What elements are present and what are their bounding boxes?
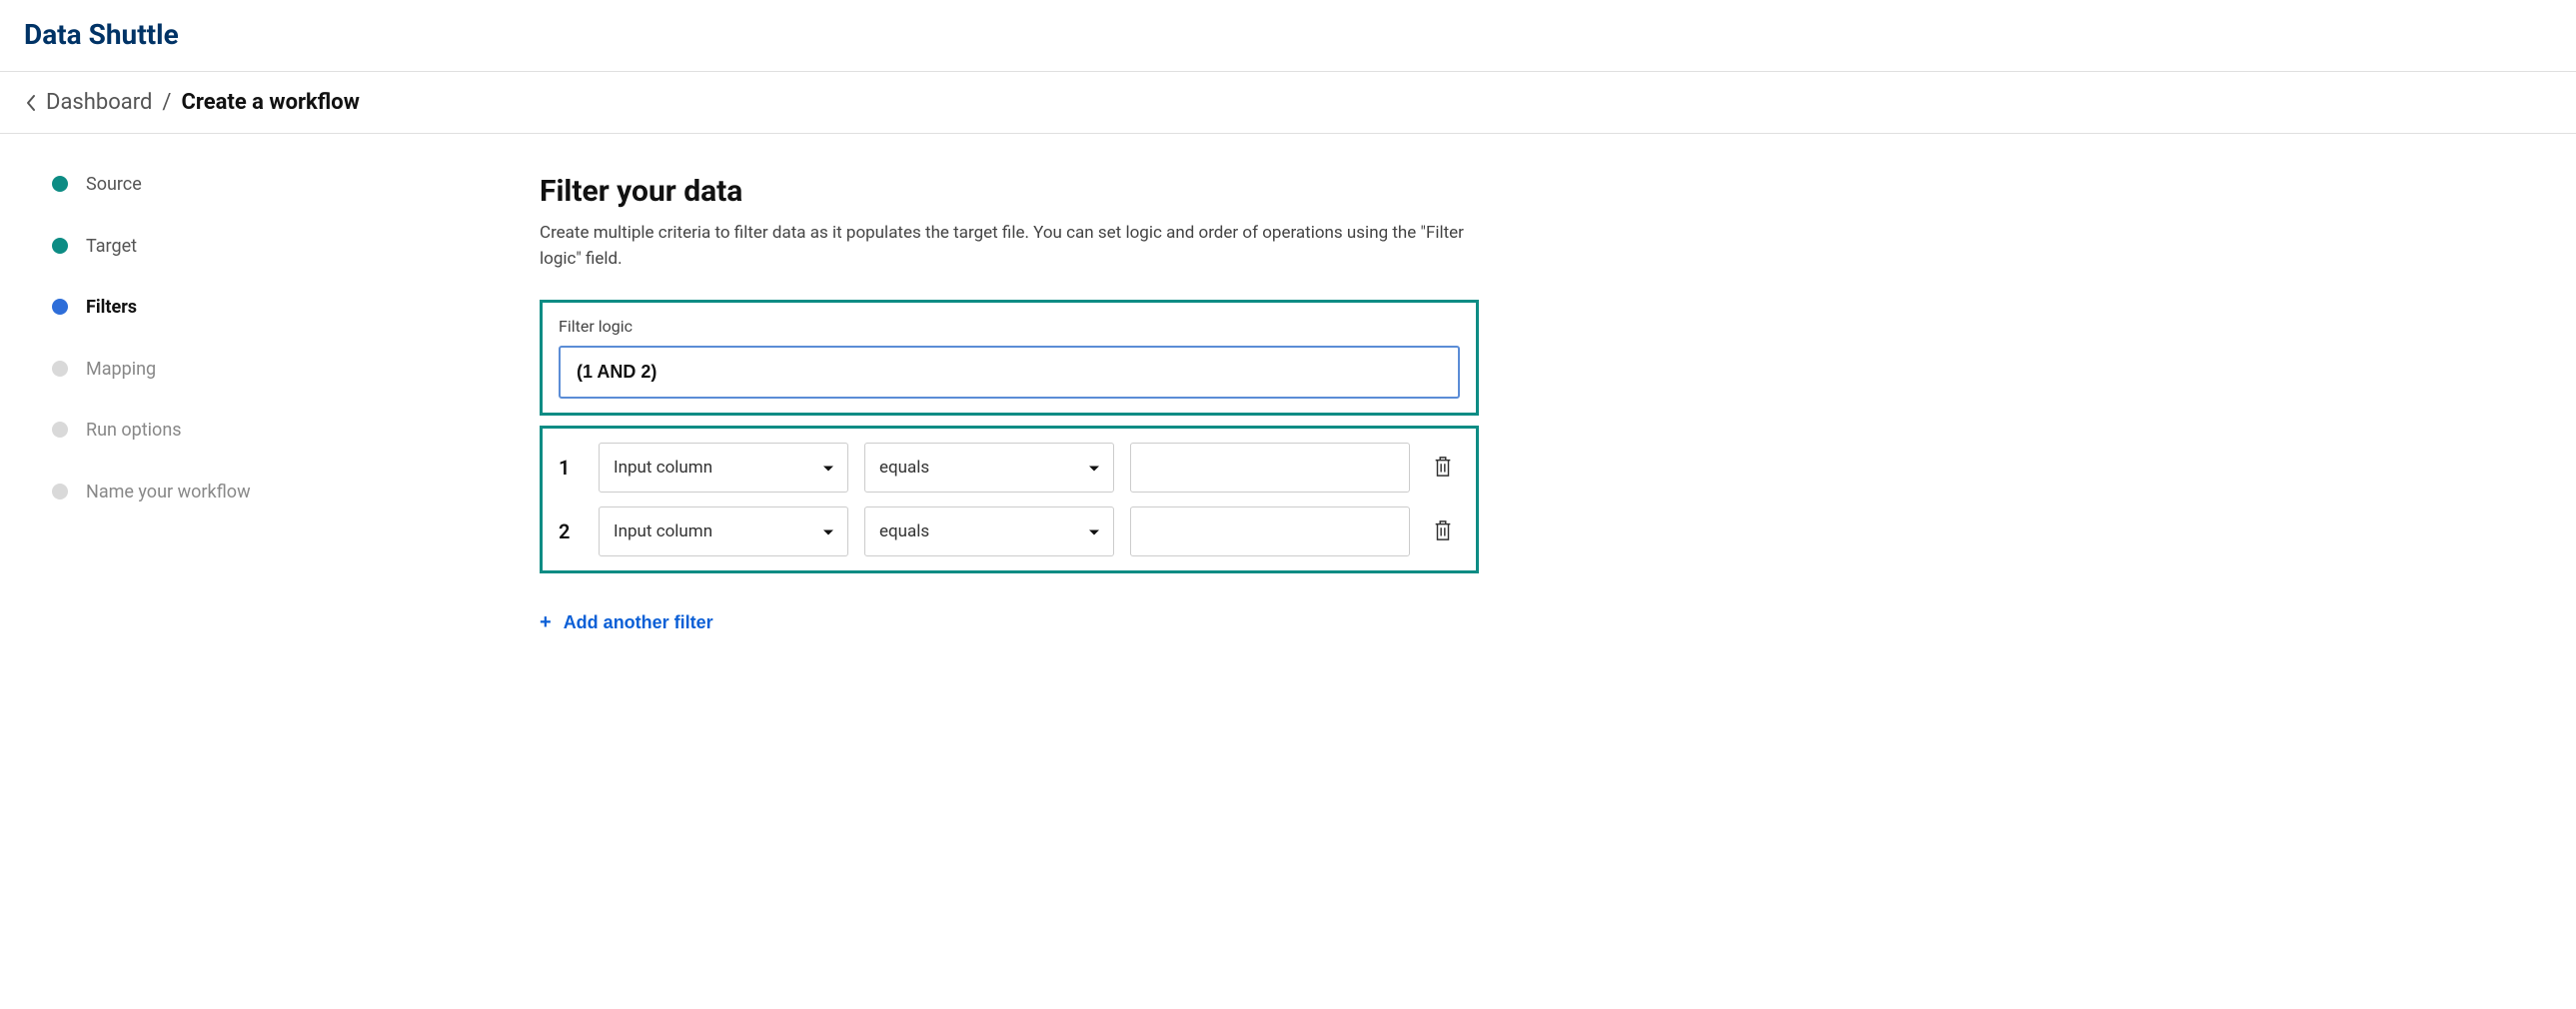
filter-operator-value: equals <box>864 443 1114 493</box>
step-dot-icon <box>52 299 68 315</box>
layout: Source Target Filters Mapping Run option… <box>0 134 2576 638</box>
step-dot-icon <box>52 484 68 500</box>
step-source[interactable]: Source <box>52 174 540 196</box>
add-filter-button[interactable]: + Add another filter <box>540 607 713 638</box>
trash-icon <box>1432 518 1454 545</box>
step-dot-icon <box>52 422 68 438</box>
filter-rows-section: 1 Input column equals <box>540 426 1479 573</box>
filter-column-value: Input column <box>599 506 848 556</box>
breadcrumb-back-icon[interactable] <box>24 93 38 113</box>
step-mapping[interactable]: Mapping <box>52 359 540 381</box>
filter-column-select[interactable]: Input column <box>599 443 848 493</box>
step-label: Mapping <box>86 359 156 381</box>
trash-icon <box>1432 455 1454 482</box>
filter-logic-label: Filter logic <box>559 317 1460 336</box>
step-target[interactable]: Target <box>52 236 540 258</box>
delete-filter-button[interactable] <box>1426 512 1460 551</box>
filter-row: 1 Input column equals <box>559 443 1460 493</box>
step-label: Filters <box>86 297 137 319</box>
step-filters[interactable]: Filters <box>52 297 540 319</box>
step-list: Source Target Filters Mapping Run option… <box>52 174 540 504</box>
filter-operator-value: equals <box>864 506 1114 556</box>
filter-rows: 1 Input column equals <box>559 443 1460 556</box>
filter-logic-input[interactable] <box>559 346 1460 399</box>
step-run-options[interactable]: Run options <box>52 420 540 442</box>
sidebar: Source Target Filters Mapping Run option… <box>0 174 540 638</box>
step-label: Target <box>86 236 137 258</box>
delete-filter-button[interactable] <box>1426 449 1460 488</box>
plus-icon: + <box>540 611 552 634</box>
add-filter-label: Add another filter <box>564 612 713 633</box>
filter-row: 2 Input column equals <box>559 506 1460 556</box>
filter-column-select[interactable]: Input column <box>599 506 848 556</box>
filter-operator-select[interactable]: equals <box>864 443 1114 493</box>
app-title: Data Shuttle <box>24 18 2552 51</box>
header: Data Shuttle <box>0 0 2576 72</box>
breadcrumb: Dashboard / Create a workflow <box>0 72 2576 134</box>
filter-value-input[interactable] <box>1130 443 1410 493</box>
step-label: Name your workflow <box>86 482 251 504</box>
filter-column-value: Input column <box>599 443 848 493</box>
filter-logic-section: Filter logic <box>540 300 1479 416</box>
filter-row-index: 2 <box>559 519 583 543</box>
breadcrumb-separator: / <box>162 90 171 115</box>
filter-value-input[interactable] <box>1130 506 1410 556</box>
step-label: Source <box>86 174 142 196</box>
breadcrumb-current: Create a workflow <box>181 90 359 115</box>
filter-row-index: 1 <box>559 456 583 480</box>
step-dot-icon <box>52 361 68 377</box>
step-dot-icon <box>52 238 68 254</box>
main-content: Filter your data Create multiple criteri… <box>540 174 1519 638</box>
step-dot-icon <box>52 176 68 192</box>
breadcrumb-parent[interactable]: Dashboard <box>46 90 152 115</box>
step-label: Run options <box>86 420 182 442</box>
step-name-workflow[interactable]: Name your workflow <box>52 482 540 504</box>
page-title: Filter your data <box>540 174 1479 209</box>
filter-operator-select[interactable]: equals <box>864 506 1114 556</box>
page-description: Create multiple criteria to filter data … <box>540 221 1479 272</box>
